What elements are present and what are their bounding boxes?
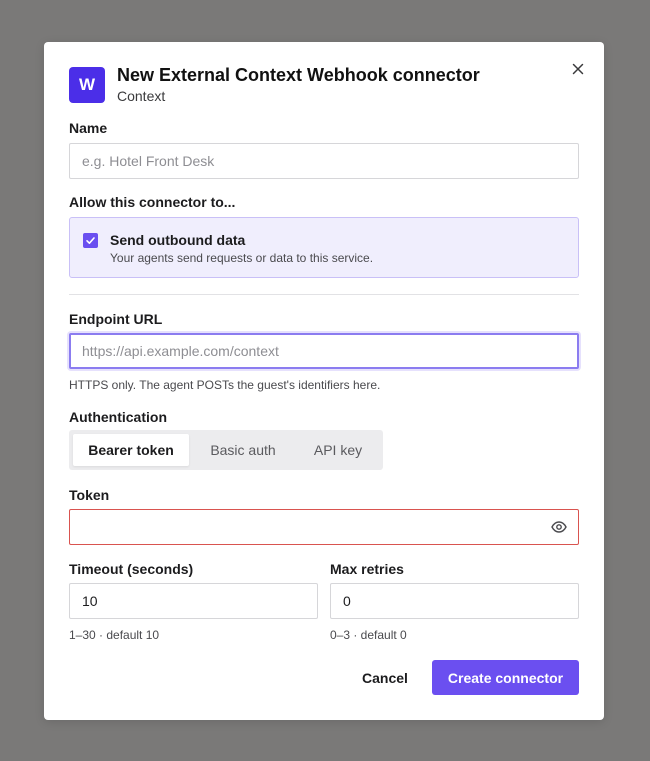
timeout-input[interactable] bbox=[69, 583, 318, 619]
timeout-hint: 1–30 · default 10 bbox=[69, 628, 160, 642]
permission-title: Send outbound data bbox=[110, 232, 246, 248]
connector-dialog: W New External Context Webhook connector… bbox=[44, 42, 604, 720]
endpoint-hint: HTTPS only. The agent POSTs the guest's … bbox=[69, 378, 381, 392]
name-input[interactable] bbox=[69, 143, 579, 179]
check-icon[interactable] bbox=[83, 233, 98, 248]
endpoint-url-input[interactable] bbox=[69, 333, 579, 369]
timeout-label: Timeout (seconds) bbox=[69, 561, 194, 577]
auth-method-selector: Bearer token Basic auth API key bbox=[69, 430, 383, 470]
tab-bearer-token[interactable]: Bearer token bbox=[73, 434, 189, 466]
cancel-button[interactable]: Cancel bbox=[350, 660, 420, 696]
authentication-label: Authentication bbox=[69, 409, 167, 425]
connector-logo: W bbox=[69, 67, 105, 103]
retries-hint: 0–3 · default 0 bbox=[330, 628, 407, 642]
tab-api-key[interactable]: API key bbox=[297, 434, 379, 466]
dialog-title: New External Context Webhook connector bbox=[117, 65, 480, 85]
max-retries-input[interactable] bbox=[330, 583, 579, 619]
permission-option-send-outbound[interactable]: Send outbound data Your agents send requ… bbox=[69, 217, 579, 278]
token-input[interactable] bbox=[69, 509, 579, 545]
tab-basic-auth[interactable]: Basic auth bbox=[195, 434, 291, 466]
permission-description: Your agents send requests or data to thi… bbox=[110, 251, 374, 265]
token-label: Token bbox=[69, 487, 110, 503]
logo-letter: W bbox=[78, 75, 96, 94]
permissions-label: Allow this connector to... bbox=[69, 194, 236, 210]
retries-label: Max retries bbox=[330, 561, 404, 577]
section-divider bbox=[69, 294, 579, 295]
dialog-subtitle: Context bbox=[117, 88, 166, 104]
close-icon[interactable] bbox=[568, 59, 588, 79]
create-connector-button[interactable]: Create connector bbox=[432, 660, 579, 695]
endpoint-label: Endpoint URL bbox=[69, 311, 163, 327]
eye-icon[interactable] bbox=[550, 518, 568, 536]
name-label: Name bbox=[69, 120, 108, 136]
